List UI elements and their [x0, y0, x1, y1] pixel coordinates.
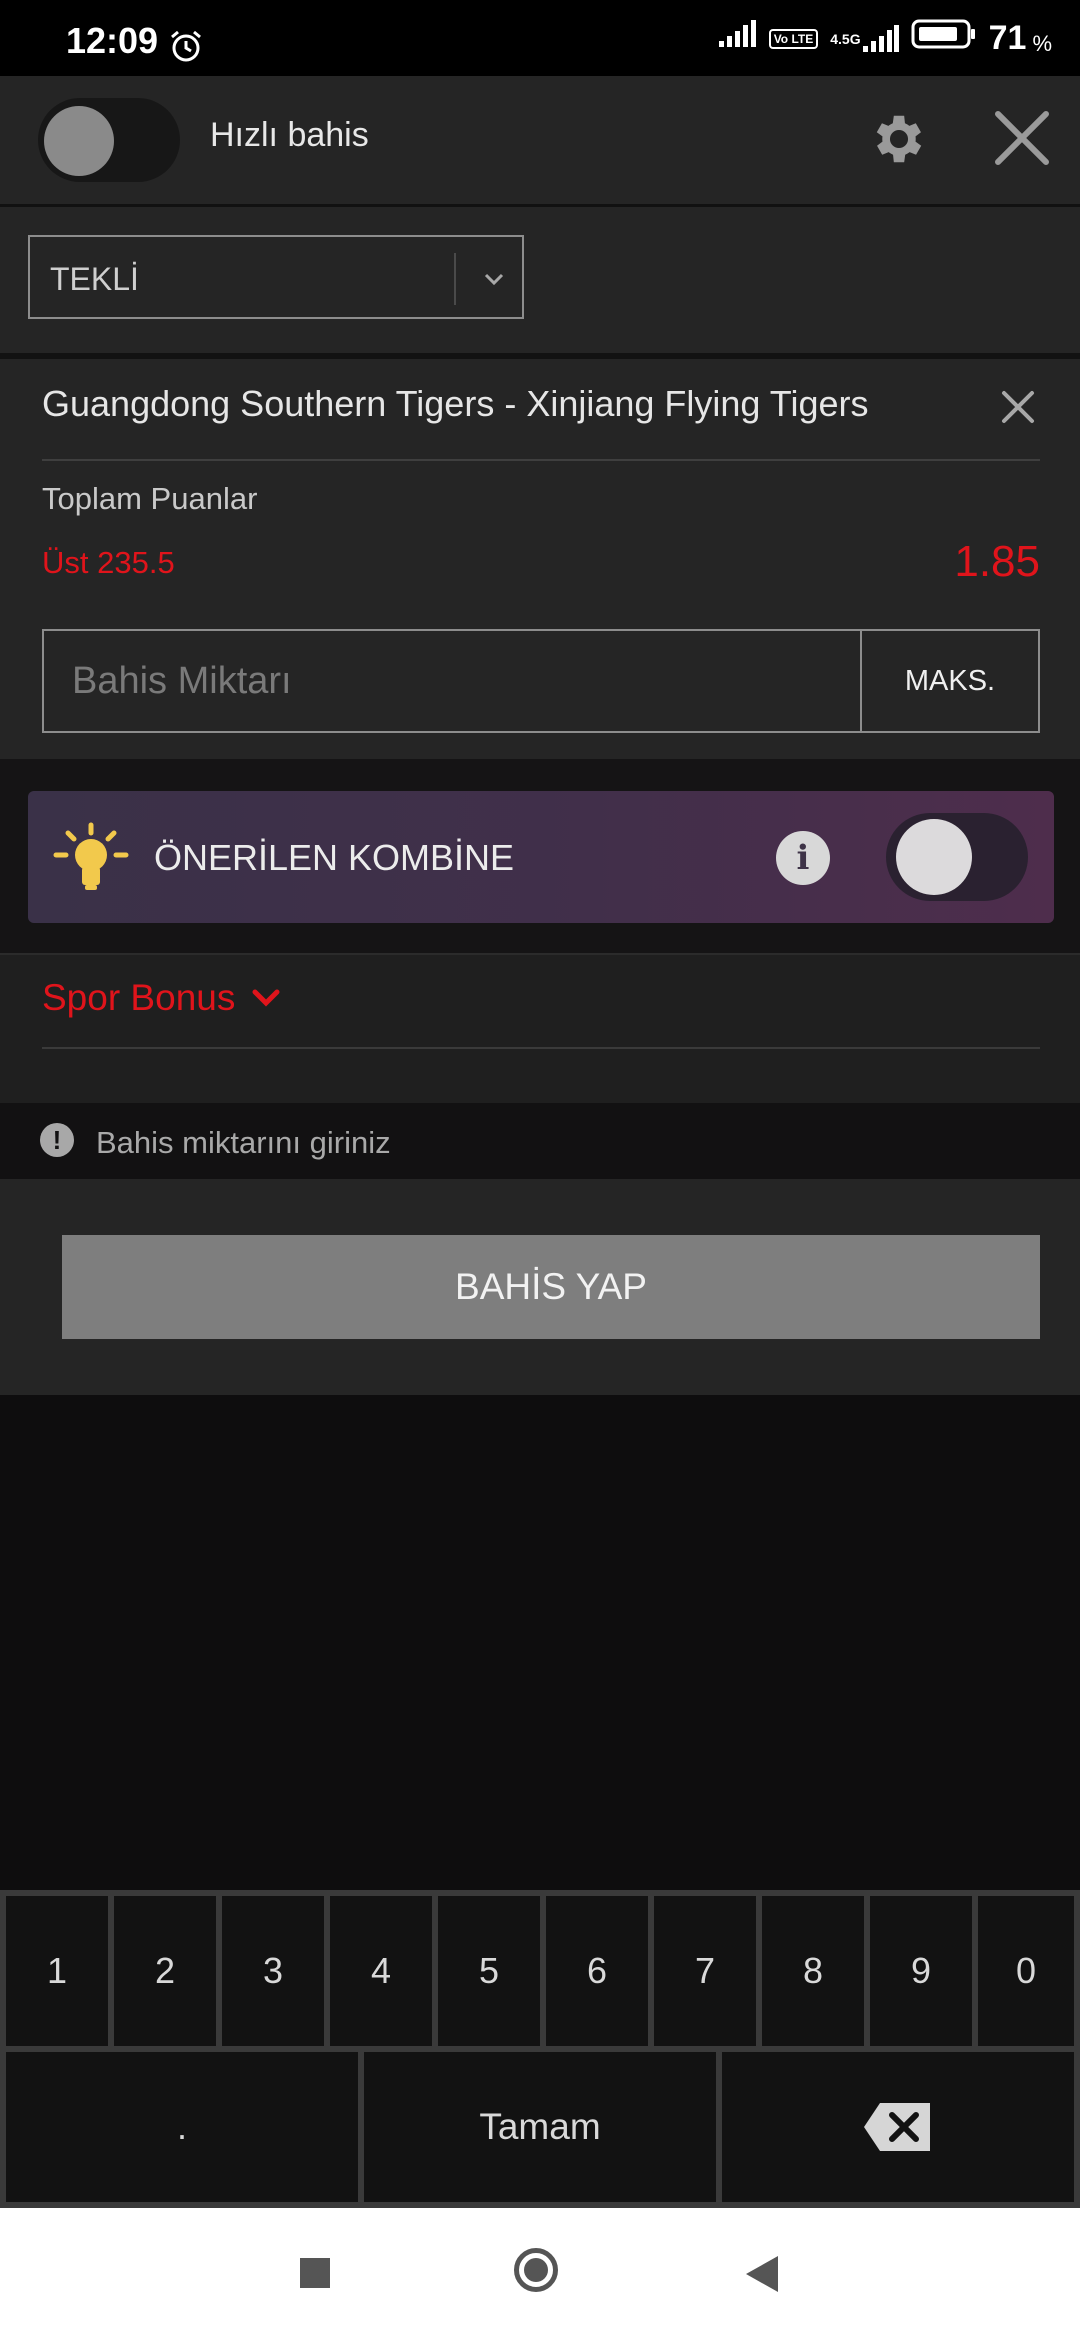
stake-input[interactable] — [44, 631, 862, 731]
close-icon[interactable] — [990, 106, 1054, 175]
place-bet-button[interactable]: BAHİS YAP — [62, 1235, 1040, 1339]
market-name: Toplam Puanlar — [42, 481, 258, 516]
key-3[interactable]: 3 — [222, 1896, 324, 2046]
info-icon[interactable]: i — [776, 831, 830, 885]
recents-icon[interactable] — [300, 2258, 330, 2288]
home-dot — [524, 2258, 548, 2282]
divider — [42, 1047, 1040, 1049]
bonus-label: Spor Bonus — [42, 977, 236, 1018]
key-2[interactable]: 2 — [114, 1896, 216, 2046]
quick-bet-label: Hızlı bahis — [210, 116, 369, 154]
submit-section: BAHİS YAP — [0, 1179, 1080, 1395]
lightbulb-icon — [50, 821, 132, 898]
max-button[interactable]: MAKS. — [860, 631, 1038, 731]
volte-badge: Vo LTE — [768, 28, 819, 49]
recommended-banner: ÖNERİLEN KOMBİNE i — [28, 791, 1054, 923]
battery-percent-sign: % — [1032, 30, 1052, 56]
recommended-toggle[interactable] — [886, 813, 1028, 901]
key-8[interactable]: 8 — [762, 1896, 864, 2046]
toggle-knob — [896, 819, 972, 895]
signal-icon — [717, 19, 757, 58]
numeric-keypad: 1 2 3 4 5 6 7 8 9 0 . Tamam — [0, 1890, 1080, 2208]
quick-bet-toggle[interactable] — [38, 98, 180, 182]
chevron-down-icon — [251, 977, 281, 1019]
recommended-section: ÖNERİLEN KOMBİNE i — [0, 759, 1080, 953]
battery-icon — [911, 18, 977, 59]
backspace-key[interactable] — [722, 2052, 1074, 2202]
status-bar: 12:09 Vo LTE 4.5G 71 % — [0, 0, 1080, 76]
bet-card: Guangdong Southern Tigers - Xinjiang Fly… — [0, 359, 1080, 759]
stake-warning: ! Bahis miktarını giriniz — [0, 1103, 1080, 1179]
toggle-knob — [44, 106, 114, 176]
system-nav-bar — [0, 2208, 1080, 2340]
network-indicator: 4.5G — [830, 24, 899, 54]
status-right: Vo LTE 4.5G 71 % — [717, 18, 1052, 59]
bet-type-value: TEKLİ — [50, 261, 139, 297]
key-7[interactable]: 7 — [654, 1896, 756, 2046]
odds-value: 1.85 — [954, 537, 1040, 586]
chevron-down-icon — [478, 263, 510, 300]
divider — [42, 459, 1040, 461]
key-0[interactable]: 0 — [978, 1896, 1074, 2046]
match-title: Guangdong Southern Tigers - Xinjiang Fly… — [42, 383, 869, 424]
remove-bet-icon[interactable] — [998, 387, 1038, 432]
warning-text: Bahis miktarını giriniz — [96, 1125, 391, 1160]
betslip-header: Hızlı bahis — [0, 76, 1080, 207]
key-1[interactable]: 1 — [6, 1896, 108, 2046]
bonus-section: Spor Bonus — [0, 953, 1080, 1105]
select-divider — [454, 253, 456, 305]
key-dot[interactable]: . — [6, 2052, 358, 2202]
alert-icon: ! — [40, 1123, 74, 1157]
selection-name: Üst 235.5 — [42, 545, 175, 580]
home-icon[interactable] — [514, 2248, 558, 2292]
status-time: 12:09 — [66, 20, 159, 61]
gear-icon[interactable] — [868, 108, 930, 175]
key-5[interactable]: 5 — [438, 1896, 540, 2046]
done-key[interactable]: Tamam — [364, 2052, 716, 2202]
stake-field: MAKS. — [42, 629, 1040, 733]
battery-percent: 71 — [988, 19, 1027, 57]
backspace-icon — [864, 2103, 930, 2151]
back-icon[interactable] — [744, 2254, 780, 2299]
key-9[interactable]: 9 — [870, 1896, 972, 2046]
bet-type-section: TEKLİ — [0, 207, 1080, 359]
key-4[interactable]: 4 — [330, 1896, 432, 2046]
recommended-label: ÖNERİLEN KOMBİNE — [154, 837, 515, 878]
alarm-icon — [168, 28, 204, 69]
bet-type-select[interactable]: TEKLİ — [28, 235, 524, 319]
network-type: 4.5G — [830, 30, 861, 47]
signal-icon-2 — [862, 24, 899, 52]
sports-bonus-dropdown[interactable]: Spor Bonus — [42, 977, 281, 1019]
key-6[interactable]: 6 — [546, 1896, 648, 2046]
